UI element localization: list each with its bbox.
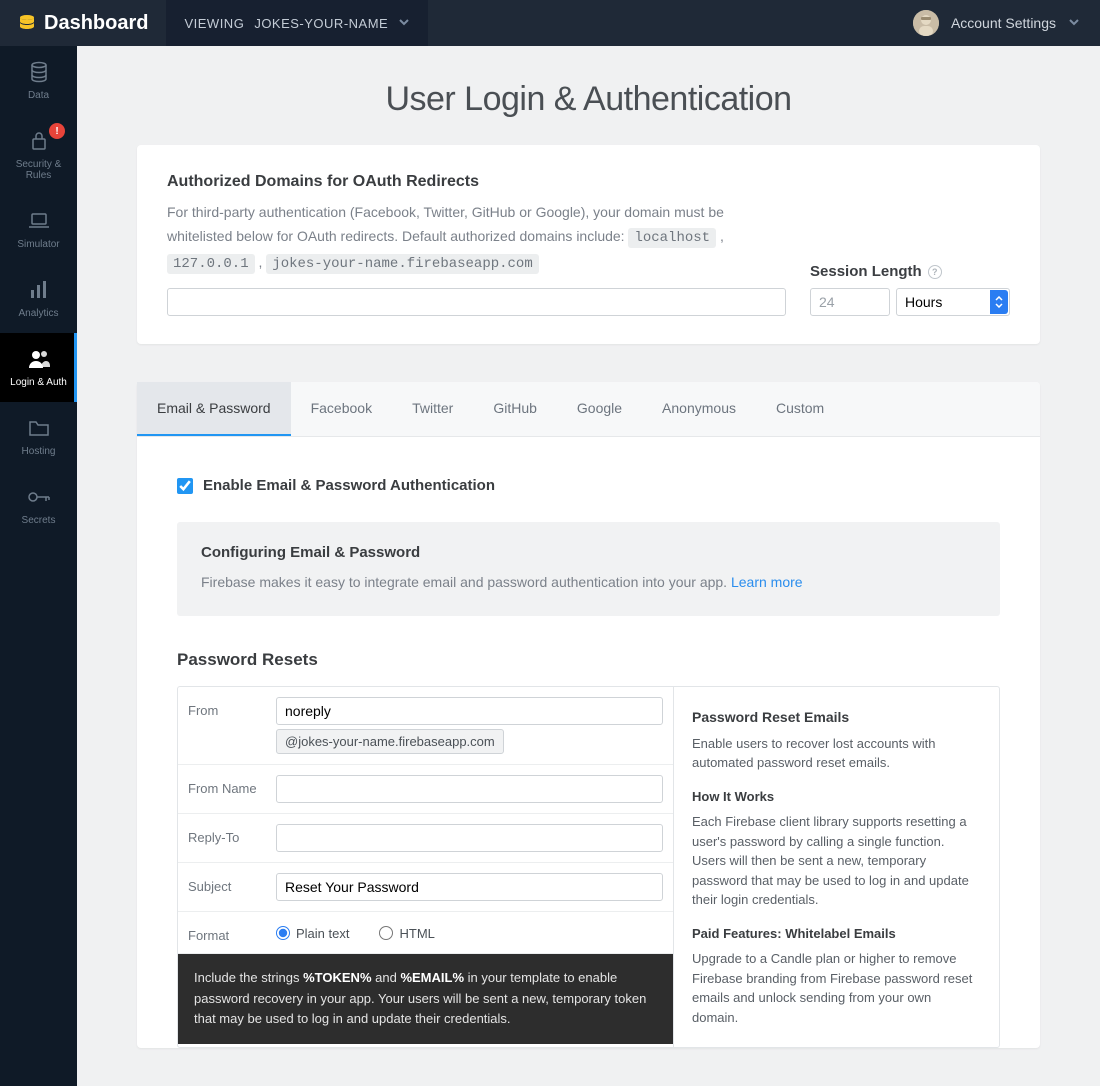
side-heading-3: Paid Features: Whitelabel Emails xyxy=(692,924,981,944)
tabs: Email & Password Facebook Twitter GitHub… xyxy=(137,382,1040,437)
sidebar-item-simulator[interactable]: Simulator xyxy=(0,195,77,264)
sidebar-item-label: Security & Rules xyxy=(4,159,73,181)
users-icon xyxy=(26,347,52,371)
oauth-panel: Authorized Domains for OAuth Redirects F… xyxy=(137,145,1040,344)
page-title: User Login & Authentication xyxy=(77,46,1100,145)
authorized-domain-input[interactable] xyxy=(167,288,786,316)
tab-facebook[interactable]: Facebook xyxy=(291,382,392,436)
sidebar-item-security[interactable]: ! Security & Rules xyxy=(0,115,77,195)
side-heading-2: How It Works xyxy=(692,787,981,807)
enable-label: Enable Email & Password Authentication xyxy=(203,477,495,494)
bar-chart-icon xyxy=(28,278,50,302)
account-label: Account Settings xyxy=(951,15,1056,31)
password-reset-container: From @jokes-your-name.firebaseapp.com Fr… xyxy=(177,686,1000,1049)
side-text-2: Each Firebase client library supports re… xyxy=(692,812,981,910)
sidebar-item-label: Data xyxy=(28,90,49,101)
from-domain-chip: @jokes-your-name.firebaseapp.com xyxy=(276,729,504,754)
database-stack-icon xyxy=(18,14,36,32)
tab-github[interactable]: GitHub xyxy=(473,382,557,436)
token-placeholder: %TOKEN% xyxy=(303,970,371,985)
session-length-input[interactable] xyxy=(810,288,890,316)
sidebar-item-label: Simulator xyxy=(17,239,59,250)
from-input[interactable] xyxy=(276,697,663,725)
key-icon xyxy=(27,485,51,509)
format-plain-radio[interactable] xyxy=(276,926,290,940)
from-label: From xyxy=(188,697,276,718)
avatar xyxy=(913,10,939,36)
chevron-down-icon xyxy=(1068,15,1080,31)
sidebar-item-secrets[interactable]: Secrets xyxy=(0,471,77,540)
sidebar-item-login-auth[interactable]: Login & Auth xyxy=(0,333,77,402)
info-heading: Configuring Email & Password xyxy=(201,544,976,561)
sidebar: Data ! Security & Rules Simulator Analyt… xyxy=(0,46,77,1086)
enable-email-password-checkbox[interactable] xyxy=(177,478,193,494)
side-heading-1: Password Reset Emails xyxy=(692,707,981,728)
topbar: Dashboard VIEWING JOKES-YOUR-NAME Accoun… xyxy=(0,0,1100,46)
sidebar-item-analytics[interactable]: Analytics xyxy=(0,264,77,333)
sidebar-item-label: Login & Auth xyxy=(10,377,67,388)
reset-side-info: Password Reset Emails Enable users to re… xyxy=(673,687,999,1048)
sidebar-item-label: Analytics xyxy=(18,308,58,319)
learn-more-link[interactable]: Learn more xyxy=(731,574,803,590)
info-body: Firebase makes it easy to integrate emai… xyxy=(201,571,976,593)
code-localhost: localhost xyxy=(628,228,716,248)
help-icon[interactable]: ? xyxy=(928,265,942,279)
lock-icon xyxy=(29,129,49,153)
brand[interactable]: Dashboard xyxy=(0,0,166,46)
oauth-heading: Authorized Domains for OAuth Redirects xyxy=(167,173,786,191)
from-name-label: From Name xyxy=(188,775,276,796)
subject-label: Subject xyxy=(188,873,276,894)
format-html-option[interactable]: HTML xyxy=(379,926,434,941)
tab-google[interactable]: Google xyxy=(557,382,642,436)
info-card: Configuring Email & Password Firebase ma… xyxy=(177,522,1000,615)
format-html-radio[interactable] xyxy=(379,926,393,940)
sidebar-item-label: Secrets xyxy=(22,515,56,526)
tab-twitter[interactable]: Twitter xyxy=(392,382,473,436)
project-switcher[interactable]: VIEWING JOKES-YOUR-NAME xyxy=(166,0,428,46)
laptop-icon xyxy=(27,209,51,233)
main: User Login & Authentication Authorized D… xyxy=(77,46,1100,1086)
database-icon xyxy=(28,60,50,84)
code-loopback: 127.0.0.1 xyxy=(167,254,255,274)
reply-to-label: Reply-To xyxy=(188,824,276,845)
email-placeholder: %EMAIL% xyxy=(400,970,464,985)
sidebar-item-hosting[interactable]: Hosting xyxy=(0,402,77,471)
session-length-label: Session Length ? xyxy=(810,263,1010,280)
tab-custom[interactable]: Custom xyxy=(756,382,844,436)
from-name-input[interactable] xyxy=(276,775,663,803)
tab-email-password[interactable]: Email & Password xyxy=(137,382,291,436)
account-menu[interactable]: Account Settings xyxy=(913,10,1100,36)
side-text-1: Enable users to recover lost accounts wi… xyxy=(692,734,981,773)
side-text-3: Upgrade to a Candle plan or higher to re… xyxy=(692,949,981,1027)
alert-badge: ! xyxy=(49,123,65,139)
subject-input[interactable] xyxy=(276,873,663,901)
folder-icon xyxy=(27,416,51,440)
format-label: Format xyxy=(188,922,276,943)
template-note: Include the strings %TOKEN% and %EMAIL% … xyxy=(178,954,673,1044)
tab-anonymous[interactable]: Anonymous xyxy=(642,382,756,436)
chevron-down-icon xyxy=(398,16,410,31)
viewing-prefix: VIEWING xyxy=(184,16,244,31)
auth-providers-panel: Email & Password Facebook Twitter GitHub… xyxy=(137,382,1040,1048)
format-plain-option[interactable]: Plain text xyxy=(276,926,349,941)
sidebar-item-data[interactable]: Data xyxy=(0,46,77,115)
brand-label: Dashboard xyxy=(44,12,148,35)
reply-to-input[interactable] xyxy=(276,824,663,852)
reset-form: From @jokes-your-name.firebaseapp.com Fr… xyxy=(178,687,673,1048)
password-resets-heading: Password Resets xyxy=(177,650,1000,670)
sidebar-item-label: Hosting xyxy=(22,446,56,457)
select-caret-icon xyxy=(990,290,1008,314)
code-app-domain: jokes-your-name.firebaseapp.com xyxy=(266,254,538,274)
oauth-description: For third-party authentication (Facebook… xyxy=(167,201,786,276)
viewing-project: JOKES-YOUR-NAME xyxy=(254,16,388,31)
